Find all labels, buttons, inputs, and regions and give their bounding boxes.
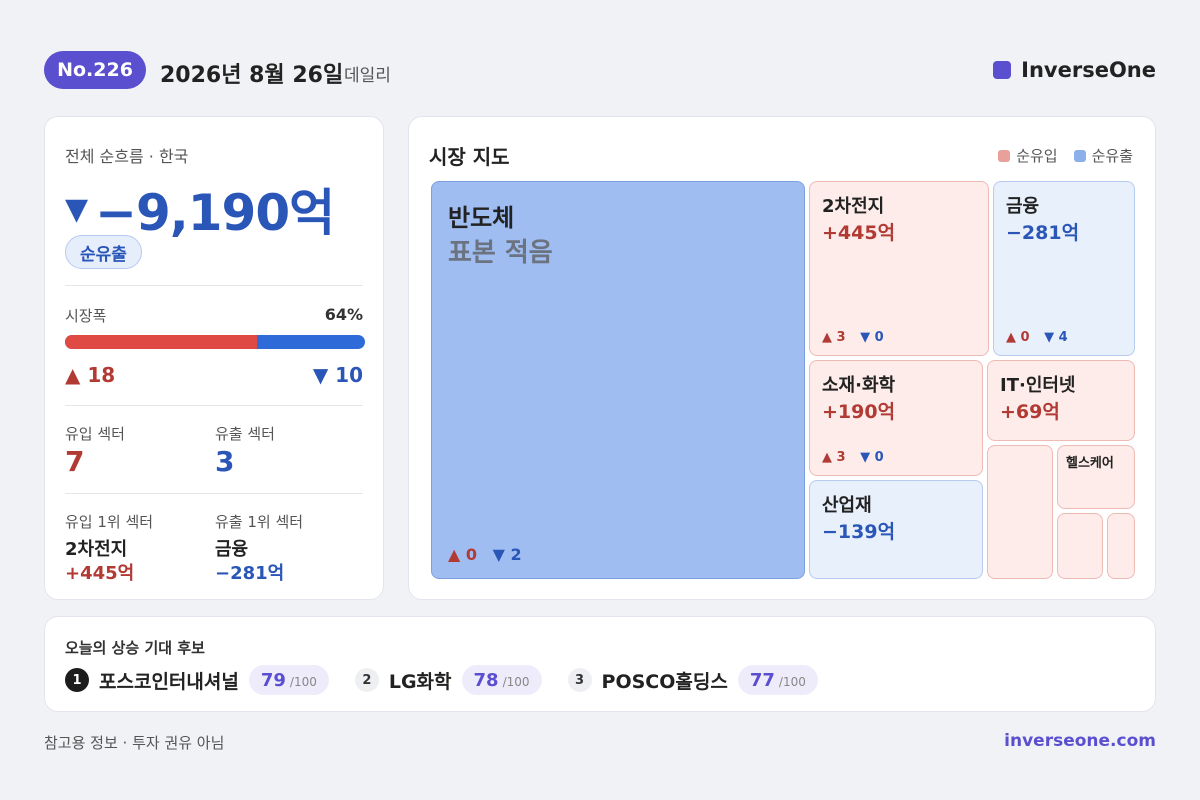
breadth-percent: 64% <box>324 305 363 324</box>
tile-note: 표본 적음 <box>448 238 553 268</box>
breadth-bar <box>65 335 365 349</box>
market-map-legend: 순유입 순유출 <box>982 145 1133 166</box>
score-badge: 79 /100 <box>248 665 329 695</box>
pick-name: LG화학 <box>388 670 452 693</box>
score-value: 77 <box>749 670 775 691</box>
rank-badge: 2 <box>354 668 379 692</box>
score-value: 79 <box>260 670 286 691</box>
tile-counts: ▲ 3 ▼ 0 <box>822 450 894 465</box>
legend-inflow-label: 순유입 <box>1016 147 1058 165</box>
top-outflow-amount: −281억 <box>215 563 285 584</box>
picks-list: 1 포스코인터내셔널 79 /100 2 LG화학 78 /100 3 POSC… <box>65 665 844 695</box>
tile-counts: ▲ 0 ▼ 4 <box>1006 330 1078 345</box>
score-badge: 77 /100 <box>737 665 818 695</box>
score-badge: 78 /100 <box>461 665 542 695</box>
tile-name: 금융 <box>1006 196 1040 217</box>
legend-outflow-label: 순유출 <box>1091 147 1133 165</box>
tile-up-count: ▲ 0 <box>1006 330 1030 345</box>
tile-small-sector[interactable] <box>987 445 1053 579</box>
advancers-count: ▲ 18 <box>65 363 116 387</box>
tile-name: 2차전지 <box>822 196 885 217</box>
pick-name: 포스코인터내셔널 <box>99 670 239 693</box>
tile-amount: +445억 <box>822 222 896 244</box>
summary-kicker: 전체 순흐름 · 한국 <box>65 147 189 166</box>
divider <box>65 405 363 406</box>
legend-inflow: 순유입 <box>998 145 1058 166</box>
outflow-sectors-count: 3 <box>215 445 235 478</box>
top-inflow-label: 유입 1위 섹터 <box>65 513 154 531</box>
market-map-card: 시장 지도 순유입 순유출 반도체 표본 적음 ▲ 0 ▼ 2 2차전지 +44… <box>408 116 1156 600</box>
tile-up-count: ▲ 3 <box>822 450 846 465</box>
inflow-sectors-count: 7 <box>65 445 85 478</box>
score-max: /100 <box>778 675 806 689</box>
tile-down-count: ▼ 0 <box>860 450 884 465</box>
divider <box>65 285 363 286</box>
picks-card: 오늘의 상승 기대 후보 1 포스코인터내셔널 79 /100 2 LG화학 7… <box>44 616 1156 712</box>
tile-healthcare[interactable]: 헬스케어 <box>1057 445 1135 509</box>
tile-amount: +190억 <box>822 401 896 423</box>
market-map-title: 시장 지도 <box>429 145 510 169</box>
rank-badge: 1 <box>65 668 89 692</box>
outflow-sectors-label: 유출 섹터 <box>215 425 275 443</box>
legend-outflow-swatch <box>1073 149 1086 162</box>
website-link[interactable]: inverseone.com <box>1004 731 1156 751</box>
top-inflow-sector: 2차전지 <box>65 539 128 560</box>
pick-item[interactable]: 1 포스코인터내셔널 79 /100 <box>65 665 329 695</box>
tile-amount: +69억 <box>1000 401 1060 423</box>
summary-card: 전체 순흐름 · 한국 ▼ −9,190억 순유출 시장폭 64% ▲ 18 ▼… <box>44 116 384 600</box>
tile-materials-chemicals[interactable]: 소재·화학 +190억 ▲ 3 ▼ 0 <box>809 360 983 476</box>
decliners-count: ▼ 10 <box>312 363 363 387</box>
tile-finance[interactable]: 금융 −281억 ▲ 0 ▼ 4 <box>993 181 1135 356</box>
tile-name: 반도체 <box>448 204 515 232</box>
report-period: 데일리 <box>344 66 391 86</box>
issue-badge: No.226 <box>44 51 146 89</box>
tile-down-count: ▼ 0 <box>860 330 884 345</box>
score-value: 78 <box>473 670 499 691</box>
score-max: /100 <box>289 675 317 689</box>
net-flow-amount: −9,190억 <box>95 184 335 242</box>
divider <box>65 493 363 494</box>
tile-down-count: ▼ 2 <box>492 545 522 564</box>
net-flow-badge: 순유출 <box>65 235 142 269</box>
inflow-sectors-label: 유입 섹터 <box>65 425 125 443</box>
tile-name: 소재·화학 <box>822 375 896 396</box>
tile-down-count: ▼ 4 <box>1044 330 1068 345</box>
tile-counts: ▲ 0 ▼ 2 <box>448 545 532 564</box>
disclaimer: 참고용 정보 · 투자 권유 아님 <box>44 734 225 752</box>
tile-name: IT·인터넷 <box>1000 375 1076 396</box>
brand-logo-icon <box>993 61 1012 79</box>
pick-name: POSCO홀딩스 <box>601 670 728 693</box>
header: No.226 2026년 8월 26일 데일리 InverseOne <box>44 51 1156 89</box>
down-triangle-icon: ▼ <box>65 191 88 227</box>
picks-title: 오늘의 상승 기대 후보 <box>65 639 205 657</box>
report-date: 2026년 8월 26일 <box>160 63 344 88</box>
legend-outflow: 순유출 <box>1073 145 1133 166</box>
brand[interactable]: InverseOne <box>993 58 1156 82</box>
brand-name: InverseOne <box>1021 58 1156 82</box>
tile-semiconductors[interactable]: 반도체 표본 적음 ▲ 0 ▼ 2 <box>431 181 805 579</box>
tile-small-sector[interactable] <box>1107 513 1135 579</box>
top-outflow-sector: 금융 <box>215 539 249 560</box>
tile-industrials[interactable]: 산업재 −139억 <box>809 480 983 579</box>
pick-item[interactable]: 2 LG화학 78 /100 <box>354 665 542 695</box>
tile-name: 헬스케어 <box>1066 456 1114 471</box>
tile-counts: ▲ 3 ▼ 0 <box>822 330 894 345</box>
tile-it-internet[interactable]: IT·인터넷 +69억 <box>987 360 1135 441</box>
tile-amount: −281억 <box>1006 222 1080 244</box>
top-inflow-amount: +445억 <box>65 563 135 584</box>
tile-up-count: ▲ 3 <box>822 330 846 345</box>
tile-small-sector[interactable] <box>1057 513 1103 579</box>
legend-inflow-swatch <box>998 149 1011 162</box>
tile-name: 산업재 <box>822 495 872 516</box>
score-max: /100 <box>502 675 530 689</box>
pick-item[interactable]: 3 POSCO홀딩스 77 /100 <box>567 665 818 695</box>
rank-badge: 3 <box>567 668 592 692</box>
breadth-bar-fill <box>65 335 257 349</box>
breadth-label: 시장폭 <box>65 307 107 325</box>
tile-amount: −139억 <box>822 521 896 543</box>
tile-battery[interactable]: 2차전지 +445억 ▲ 3 ▼ 0 <box>809 181 989 356</box>
tile-up-count: ▲ 0 <box>448 545 478 564</box>
top-outflow-label: 유출 1위 섹터 <box>215 513 304 531</box>
